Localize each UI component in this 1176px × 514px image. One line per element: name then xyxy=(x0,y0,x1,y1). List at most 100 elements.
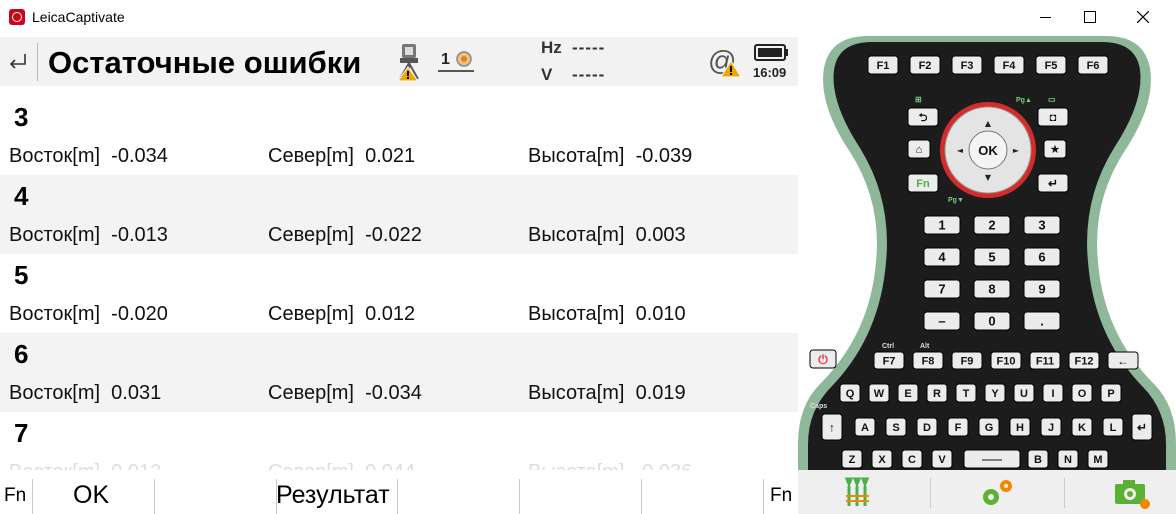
key-a[interactable]: A xyxy=(854,417,876,437)
key-f1[interactable]: F1 xyxy=(867,55,899,75)
maximize-button[interactable] xyxy=(1067,0,1113,34)
close-button[interactable] xyxy=(1120,0,1166,34)
key-k[interactable]: K xyxy=(1071,417,1093,437)
home-key[interactable]: ⌂ xyxy=(907,139,931,159)
key-y[interactable]: Y xyxy=(984,383,1006,403)
numpad-key-2[interactable]: 3 xyxy=(1023,215,1061,235)
back-key-label: ⮌ xyxy=(919,112,928,124)
key-b[interactable]: B xyxy=(1027,449,1049,469)
key-c-label: C xyxy=(908,454,916,466)
key-c[interactable]: C xyxy=(901,449,923,469)
return-key[interactable]: ↵ xyxy=(1131,413,1153,441)
camera-key[interactable]: ◘ xyxy=(1037,107,1069,127)
empty-softkey[interactable] xyxy=(642,471,763,514)
point-number: 3 xyxy=(14,102,29,132)
east-label: Восток[m] xyxy=(9,382,101,404)
empty-softkey[interactable] xyxy=(398,471,519,514)
numpad-key-8[interactable]: 9 xyxy=(1023,279,1061,299)
key-q[interactable]: Q xyxy=(839,383,861,403)
settings-gears-icon[interactable] xyxy=(978,476,1018,510)
key-p[interactable]: P xyxy=(1100,383,1122,403)
fn-key[interactable]: Fn xyxy=(907,173,939,193)
back-button[interactable] xyxy=(0,37,36,86)
numpad-key-1[interactable]: 2 xyxy=(973,215,1011,235)
key-j[interactable]: J xyxy=(1040,417,1062,437)
key-z[interactable]: Z xyxy=(841,449,863,469)
key-m[interactable]: M xyxy=(1087,449,1109,469)
key-l[interactable]: L xyxy=(1102,417,1124,437)
key-e[interactable]: E xyxy=(897,383,919,403)
key-f11[interactable]: F11 xyxy=(1029,351,1061,370)
back-key[interactable]: ⮌ xyxy=(907,107,939,127)
dpad[interactable]: OK ▲ ▼ ◄ ► xyxy=(940,102,1036,198)
key-i[interactable]: I xyxy=(1042,383,1064,403)
key-o[interactable]: O xyxy=(1071,383,1093,403)
key-f5[interactable]: F5 xyxy=(1035,55,1067,75)
caps-label: Caps xyxy=(810,403,827,410)
key-f2[interactable]: F2 xyxy=(909,55,941,75)
enter-key[interactable]: ↵ xyxy=(1037,173,1069,193)
key-f11-label: F11 xyxy=(1036,355,1054,367)
result-button[interactable]: Результат xyxy=(276,471,398,514)
list-item[interactable]: 6 Восток[m] 0.031 Север[m] -0.034 Высота… xyxy=(0,333,798,412)
camera-icon[interactable] xyxy=(1113,476,1153,510)
key-d[interactable]: D xyxy=(916,417,938,437)
fn-button-right[interactable]: Fn xyxy=(764,471,798,514)
key-f6[interactable]: F6 xyxy=(1077,55,1109,75)
numpad-key-11[interactable]: . xyxy=(1023,311,1061,331)
power-key[interactable]: ⏻ xyxy=(809,349,837,369)
key-f2-label: F2 xyxy=(919,60,932,72)
north-value: 0.021 xyxy=(365,145,416,167)
prism-number: 1 xyxy=(441,51,450,68)
key-f9[interactable]: F9 xyxy=(951,351,983,370)
prism-selector[interactable]: 1 xyxy=(436,48,476,74)
key-f5-label: F5 xyxy=(1045,60,1058,72)
list-item[interactable]: 5 Восток[m] -0.020 Север[m] 0.012 Высота… xyxy=(0,254,798,333)
key-f10[interactable]: F10 xyxy=(990,351,1022,370)
numpad-key-5[interactable]: 6 xyxy=(1023,247,1061,267)
numpad-key-10[interactable]: 0 xyxy=(973,311,1011,331)
key-f4[interactable]: F4 xyxy=(993,55,1025,75)
numpad-key-0[interactable]: 1 xyxy=(923,215,961,235)
numpad-key-9[interactable]: – xyxy=(923,311,961,331)
key-f8[interactable]: F8 xyxy=(912,351,944,370)
empty-softkey[interactable] xyxy=(155,471,276,514)
numpad-key-7[interactable]: 8 xyxy=(973,279,1011,299)
v-label: V xyxy=(541,65,553,84)
ctrl-label: Ctrl xyxy=(882,343,894,350)
key-x[interactable]: X xyxy=(871,449,893,469)
numpad-key-3[interactable]: 4 xyxy=(923,247,961,267)
list-item[interactable]: 4 Восток[m] -0.013 Север[m] -0.022 Высот… xyxy=(0,175,798,254)
numpad-key-5-label: 6 xyxy=(1038,250,1045,265)
key-h[interactable]: H xyxy=(1009,417,1031,437)
dpad-arrow-icon: ◄ xyxy=(957,146,964,155)
instrument-status-icon[interactable] xyxy=(394,41,424,82)
key-n[interactable]: N xyxy=(1057,449,1079,469)
key-u[interactable]: U xyxy=(1013,383,1035,403)
key-f12[interactable]: F12 xyxy=(1068,351,1100,370)
key-f7[interactable]: F7 xyxy=(873,351,905,370)
key-r[interactable]: R xyxy=(926,383,948,403)
ok-button[interactable]: OK xyxy=(33,471,154,514)
key-w[interactable]: W xyxy=(868,383,890,403)
numpad-key-4[interactable]: 5 xyxy=(973,247,1011,267)
backspace-key[interactable]: ← xyxy=(1107,351,1139,370)
key-g[interactable]: G xyxy=(978,417,1000,437)
key-s[interactable]: S xyxy=(885,417,907,437)
list-item[interactable]: 3 Восток[m] -0.034 Север[m] 0.021 Высота… xyxy=(0,96,798,175)
north-cell: Север[m] 0.021 xyxy=(268,145,415,168)
empty-softkey[interactable] xyxy=(520,471,641,514)
key-v[interactable]: V xyxy=(931,449,953,469)
shift-key[interactable]: ↑ xyxy=(821,413,843,441)
key-f3[interactable]: F3 xyxy=(951,55,983,75)
key-f[interactable]: F xyxy=(947,417,969,437)
list-item[interactable]: 7 Восток[m] 0.012 Север[m] 0.044 Высота[… xyxy=(0,412,798,470)
battery-icon[interactable] xyxy=(754,42,790,62)
measure-tools-icon[interactable] xyxy=(843,476,875,508)
fn-button-left[interactable]: Fn xyxy=(0,471,32,514)
space-key[interactable]: —— xyxy=(963,449,1021,469)
connection-status-icon[interactable]: @ xyxy=(707,45,743,79)
favourite-key[interactable]: ★ xyxy=(1043,139,1067,159)
key-t[interactable]: T xyxy=(955,383,977,403)
numpad-key-6[interactable]: 7 xyxy=(923,279,961,299)
